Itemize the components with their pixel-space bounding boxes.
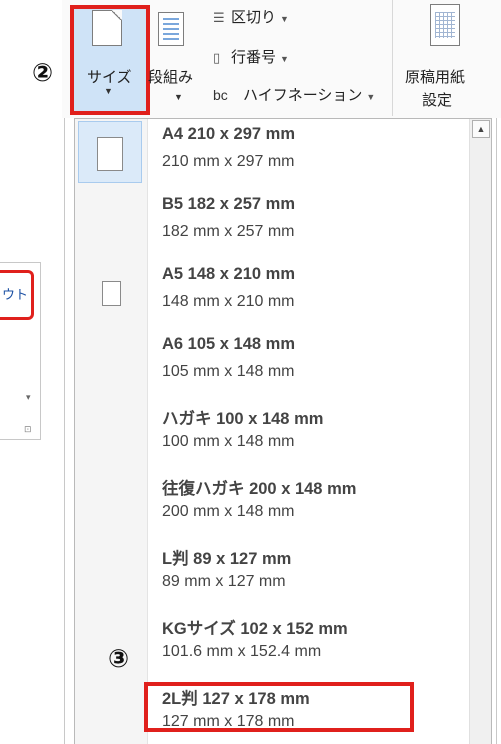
step2-marker: ② bbox=[32, 59, 54, 87]
manuscript-paper-icon[interactable] bbox=[430, 4, 460, 46]
hyphenation-icon: bc bbox=[213, 87, 228, 103]
manuscript-settings-label-2[interactable]: 設定 bbox=[422, 89, 452, 110]
window-border bbox=[64, 118, 65, 744]
page-size-item-a6[interactable]: A6 105 x 148 mm 105 mm x 148 mm bbox=[75, 329, 471, 399]
layout-tab-fragment[interactable]: ウト bbox=[2, 284, 28, 303]
chevron-down-icon: ▼ bbox=[366, 92, 376, 102]
dropdown-scrollbar[interactable]: ▲ bbox=[469, 119, 491, 744]
breaks-button[interactable]: ☰ 区切り ▼ bbox=[213, 6, 289, 27]
page-size-thumbnail-cell bbox=[78, 261, 142, 323]
hyphenation-label: ハイフネーション bbox=[243, 87, 363, 104]
page-size-thumbnail-cell bbox=[78, 121, 142, 183]
chevron-down-icon[interactable]: ▾ bbox=[26, 392, 31, 403]
page-size-dropdown: A4 210 x 297 mm 210 mm x 297 mm B5 182 x… bbox=[74, 118, 492, 744]
manuscript-settings-label-1[interactable]: 原稿用紙 bbox=[405, 66, 465, 87]
ribbon-separator bbox=[392, 0, 393, 116]
page-size-title: A6 105 x 148 mm bbox=[162, 335, 296, 353]
page-size-title: L判 89 x 127 mm bbox=[162, 550, 292, 568]
columns-button[interactable]: 段組み bbox=[148, 66, 193, 87]
line-numbers-label: 行番号 bbox=[231, 49, 277, 66]
line-numbers-icon: ▯ bbox=[213, 50, 221, 65]
page-size-dimensions: 89 mm x 127 mm bbox=[162, 573, 286, 590]
page-size-title: KGサイズ 102 x 152 mm bbox=[162, 620, 348, 638]
page-size-item-a4[interactable]: A4 210 x 297 mm 210 mm x 297 mm bbox=[75, 119, 471, 189]
chevron-down-icon: ▼ bbox=[280, 14, 289, 24]
page-size-dimensions: 100 mm x 148 mm bbox=[162, 433, 295, 450]
page-size-title: 往復ハガキ 200 x 148 mm bbox=[162, 480, 357, 498]
page-size-title: A5 148 x 210 mm bbox=[162, 265, 296, 283]
dialog-launcher-icon[interactable]: ⊡ bbox=[24, 424, 32, 435]
line-numbers-button[interactable]: ▯ 行番号 ▼ bbox=[213, 46, 289, 67]
columns-icon bbox=[158, 12, 184, 46]
chevron-down-icon: ▼ bbox=[280, 54, 289, 64]
page-size-item-b5[interactable]: B5 182 x 257 mm 182 mm x 257 mm bbox=[75, 189, 471, 259]
page-size-item-return-postcard[interactable]: 往復ハガキ 200 x 148 mm 200 mm x 148 mm bbox=[75, 469, 471, 539]
page-size-dimensions: 182 mm x 257 mm bbox=[162, 223, 295, 240]
step3-marker: ③ bbox=[108, 645, 130, 673]
scroll-up-arrow-icon[interactable]: ▲ bbox=[472, 120, 490, 138]
page-size-dimensions: 148 mm x 210 mm bbox=[162, 293, 295, 310]
page-size-item-kg[interactable]: KGサイズ 102 x 152 mm 101.6 mm x 152.4 mm bbox=[75, 609, 471, 679]
window-border bbox=[496, 118, 497, 744]
page-size-item-l[interactable]: L判 89 x 127 mm 89 mm x 127 mm bbox=[75, 539, 471, 609]
page-size-title: ハガキ 100 x 148 mm bbox=[162, 410, 324, 428]
page-size-dimensions: 101.6 mm x 152.4 mm bbox=[162, 643, 322, 660]
hyphenation-button[interactable]: bc ハイフネーション ▼ bbox=[213, 84, 375, 105]
page-size-dimensions: 210 mm x 297 mm bbox=[162, 153, 295, 170]
page-size-item-a5[interactable]: A5 148 x 210 mm 148 mm x 210 mm bbox=[75, 259, 471, 329]
step3-highlight-box bbox=[144, 682, 414, 732]
page-size-dimensions: 200 mm x 148 mm bbox=[162, 503, 295, 520]
page-thumbnail-icon bbox=[102, 281, 121, 306]
breaks-label: 区切り bbox=[231, 9, 277, 26]
chevron-down-icon[interactable]: ▼ bbox=[174, 92, 183, 102]
breaks-icon: ☰ bbox=[213, 10, 225, 25]
page-size-title: A4 210 x 297 mm bbox=[162, 125, 296, 143]
page-thumbnail-icon bbox=[97, 137, 123, 171]
step2-highlight-box bbox=[70, 5, 150, 115]
page-size-item-postcard[interactable]: ハガキ 100 x 148 mm 100 mm x 148 mm bbox=[75, 399, 471, 469]
page-size-dimensions: 105 mm x 148 mm bbox=[162, 363, 295, 380]
page-size-title: B5 182 x 257 mm bbox=[162, 195, 296, 213]
